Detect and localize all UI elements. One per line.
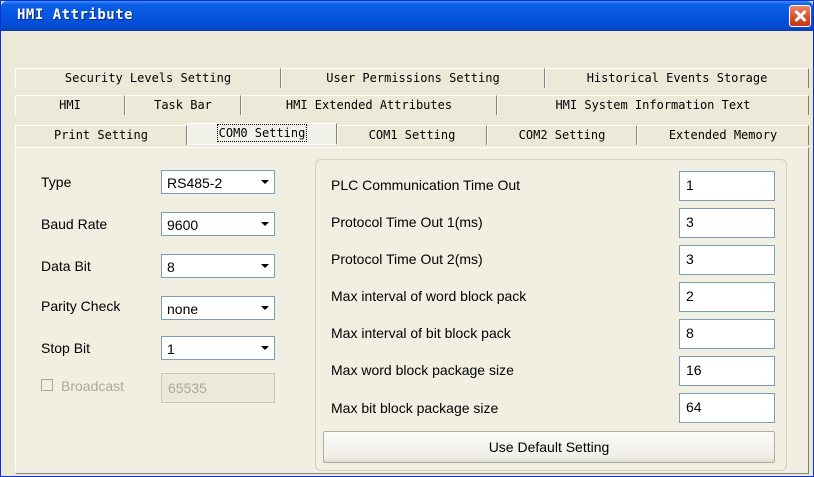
word-block-size-value: 16 [686, 362, 702, 378]
bit-block-interval-label: Max interval of bit block pack [331, 325, 511, 341]
tab-row-1: Security Levels Setting User Permissions… [15, 68, 809, 88]
plc-timeout-value: 1 [686, 177, 694, 193]
stop-bit-select[interactable]: 1 [161, 336, 275, 360]
baud-rate-select[interactable]: 9600 [161, 212, 275, 236]
window-title: HMI Attribute [17, 7, 134, 23]
bit-block-size-label: Max bit block package size [331, 400, 499, 416]
parity-check-label: Parity Check [41, 298, 121, 314]
protocol-timeout-1-field[interactable]: 3 [679, 208, 775, 238]
tab-task-bar[interactable]: Task Bar [125, 95, 241, 115]
chevron-down-icon[interactable] [257, 216, 272, 232]
tab-com0-setting-label: COM0 Setting [216, 124, 308, 142]
word-block-size-label: Max word block package size [331, 362, 514, 378]
hmi-attribute-dialog: HMI Attribute Security Levels Setting Us… [0, 0, 814, 477]
data-bit-select[interactable]: 8 [161, 254, 275, 278]
timeout-settings-group [315, 159, 787, 471]
broadcast-address-field[interactable]: 65535 [161, 373, 275, 403]
chevron-down-icon[interactable] [257, 174, 272, 190]
tab-com1-setting[interactable]: COM1 Setting [337, 125, 487, 145]
baud-rate-value: 9600 [167, 217, 199, 233]
tab-user-permissions-setting[interactable]: User Permissions Setting [281, 68, 545, 88]
tab-hmi-system-information-text[interactable]: HMI System Information Text [497, 95, 809, 115]
parity-check-value: none [167, 301, 199, 317]
protocol-timeout-1-value: 3 [686, 214, 694, 230]
protocol-timeout-2-label: Protocol Time Out 2(ms) [331, 251, 483, 267]
type-value: RS485-2 [167, 175, 223, 191]
broadcast-label: Broadcast [61, 378, 125, 394]
word-block-interval-label: Max interval of word block pack [331, 288, 527, 304]
protocol-timeout-2-value: 3 [686, 251, 694, 267]
protocol-timeout-2-field[interactable]: 3 [679, 245, 775, 275]
broadcast-address-value: 65535 [168, 380, 207, 396]
data-bit-value: 8 [167, 259, 175, 275]
tab-row-3: Print Setting COM0 Setting COM1 Setting … [15, 123, 809, 145]
tab-hmi-extended-attributes[interactable]: HMI Extended Attributes [241, 95, 497, 115]
word-block-interval-value: 2 [686, 288, 694, 304]
tab-hmi[interactable]: HMI [15, 95, 125, 115]
protocol-timeout-1-label: Protocol Time Out 1(ms) [331, 214, 483, 230]
tab-row-2: HMI Task Bar HMI Extended Attributes HMI… [15, 95, 809, 115]
plc-timeout-label: PLC Communication Time Out [331, 177, 521, 193]
tab-com0-setting[interactable]: COM0 Setting [187, 123, 337, 145]
bit-block-interval-value: 8 [686, 325, 694, 341]
tab-extended-memory[interactable]: Extended Memory [637, 125, 809, 145]
tab-com2-setting[interactable]: COM2 Setting [487, 125, 637, 145]
bit-block-interval-field[interactable]: 8 [679, 319, 775, 349]
chevron-down-icon[interactable] [257, 340, 272, 356]
broadcast-checkbox[interactable] [41, 379, 53, 391]
baud-rate-label: Baud Rate [41, 216, 108, 232]
bit-block-size-field[interactable]: 64 [679, 393, 775, 423]
chevron-down-icon[interactable] [257, 300, 272, 316]
plc-timeout-field[interactable]: 1 [679, 171, 775, 201]
tab-historical-events-storage[interactable]: Historical Events Storage [545, 68, 809, 88]
type-label: Type [41, 174, 72, 190]
close-button[interactable] [789, 5, 811, 27]
type-select[interactable]: RS485-2 [161, 170, 275, 194]
data-bit-label: Data Bit [41, 258, 91, 274]
word-block-size-field[interactable]: 16 [679, 356, 775, 386]
stop-bit-label: Stop Bit [41, 340, 91, 356]
parity-check-select[interactable]: none [161, 296, 275, 320]
word-block-interval-field[interactable]: 2 [679, 282, 775, 312]
chevron-down-icon[interactable] [257, 258, 272, 274]
tab-security-levels-setting[interactable]: Security Levels Setting [15, 68, 281, 88]
tab-print-setting[interactable]: Print Setting [15, 125, 187, 145]
use-default-setting-button[interactable]: Use Default Setting [323, 431, 775, 463]
title-bar[interactable]: HMI Attribute [1, 1, 813, 31]
stop-bit-value: 1 [167, 341, 175, 357]
bit-block-size-value: 64 [686, 399, 702, 415]
